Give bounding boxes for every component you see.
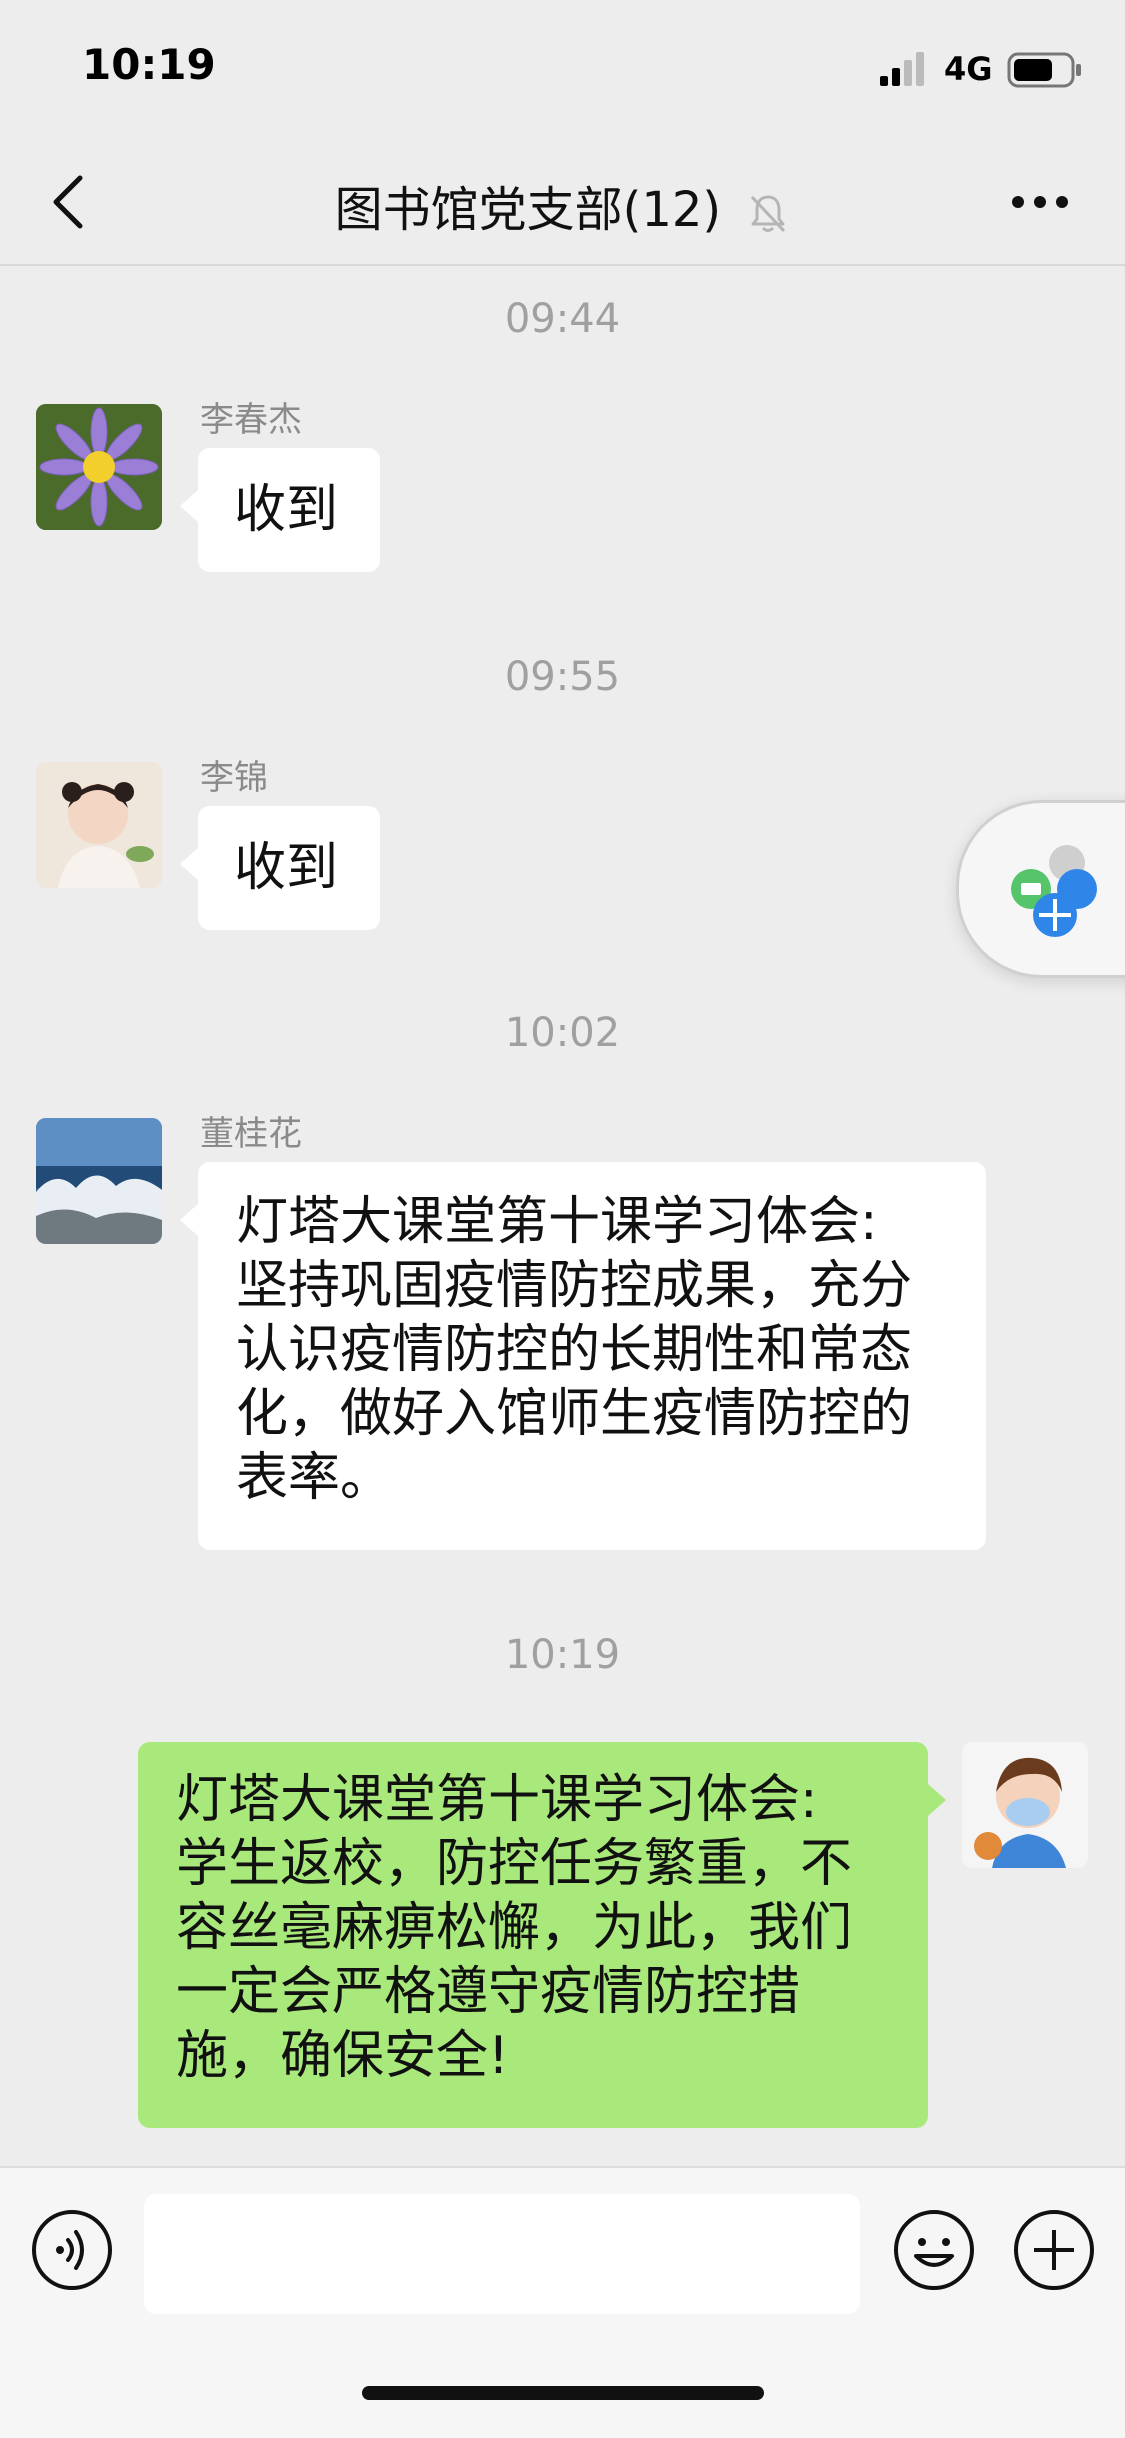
message-text: 收到: [234, 480, 339, 540]
message-line: 表率。: [236, 1448, 393, 1508]
floating-widget-icon: [1011, 845, 1097, 937]
chat-header: 图书馆党支部(12): [0, 140, 1125, 266]
sea-avatar-image: [36, 1118, 162, 1244]
message-timestamp: 10:19: [504, 1632, 621, 1678]
mute-bell-icon: [751, 195, 786, 233]
chat-title-area: 图书馆党支部(12): [0, 170, 1125, 240]
message-line: 学生返校，防控任务繁重，不: [176, 1834, 853, 1894]
more-icon[interactable]: [1000, 170, 1080, 234]
message-timestamp: 09:55: [504, 654, 621, 700]
flower-avatar-image: [36, 404, 162, 530]
avatar[interactable]: [36, 1118, 162, 1244]
my-message-bubble[interactable]: 灯塔大课堂第十课学习体会: 学生返校，防控任务繁重，不 容丝毫麻痹松懈，为此，我…: [138, 1742, 946, 2128]
emoji-icon[interactable]: [892, 2208, 976, 2292]
message-input[interactable]: [144, 2194, 860, 2314]
avatar[interactable]: [36, 762, 162, 888]
message-timestamp: 09:44: [504, 296, 621, 342]
message-line: 认识疫情防控的长期性和常态: [236, 1320, 913, 1380]
status-time: 10:19: [82, 40, 216, 89]
battery-icon: [1007, 52, 1081, 88]
message-text: 收到: [234, 838, 339, 898]
message-line: 容丝毫麻痹松懈，为此，我们: [176, 1898, 853, 1958]
message-line: 化，做好入馆师生疫情防控的: [236, 1384, 913, 1444]
voice-icon[interactable]: [30, 2208, 114, 2292]
plus-icon[interactable]: [1012, 2208, 1096, 2292]
floating-widget[interactable]: [956, 800, 1125, 978]
message-bubble[interactable]: 收到: [180, 448, 380, 572]
sender-name: 董桂花: [200, 1114, 302, 1154]
message-line: 灯塔大课堂第十课学习体会:: [236, 1192, 878, 1252]
boy-avatar-image: [962, 1742, 1088, 1868]
message-line: 一定会严格遵守疫情防控措: [176, 1962, 801, 2022]
message-timestamp: 10:02: [504, 1010, 621, 1056]
message-line: 坚持巩固疫情防控成果，充分: [236, 1256, 913, 1316]
message-bubble[interactable]: 灯塔大课堂第十课学习体会: 坚持巩固疫情防控成果，充分 认识疫情防控的长期性和常…: [180, 1162, 986, 1550]
avatar[interactable]: [36, 404, 162, 530]
chat-title: 图书馆党支部(12): [334, 182, 722, 238]
network-label: 4G: [944, 50, 993, 88]
sender-name: 李春杰: [200, 400, 302, 440]
home-indicator[interactable]: [362, 2386, 764, 2400]
message-bubble[interactable]: 收到: [180, 806, 380, 930]
signal-icon: [880, 52, 924, 86]
input-bar: [0, 2166, 1125, 2438]
message-line: 施，确保安全!: [176, 2026, 509, 2086]
status-bar: 10:19 4G: [0, 0, 1125, 140]
sender-name: 李锦: [200, 758, 268, 798]
my-avatar[interactable]: [962, 1742, 1088, 1868]
message-line: 灯塔大课堂第十课学习体会:: [176, 1770, 818, 1830]
girl-avatar-image: [36, 762, 162, 888]
